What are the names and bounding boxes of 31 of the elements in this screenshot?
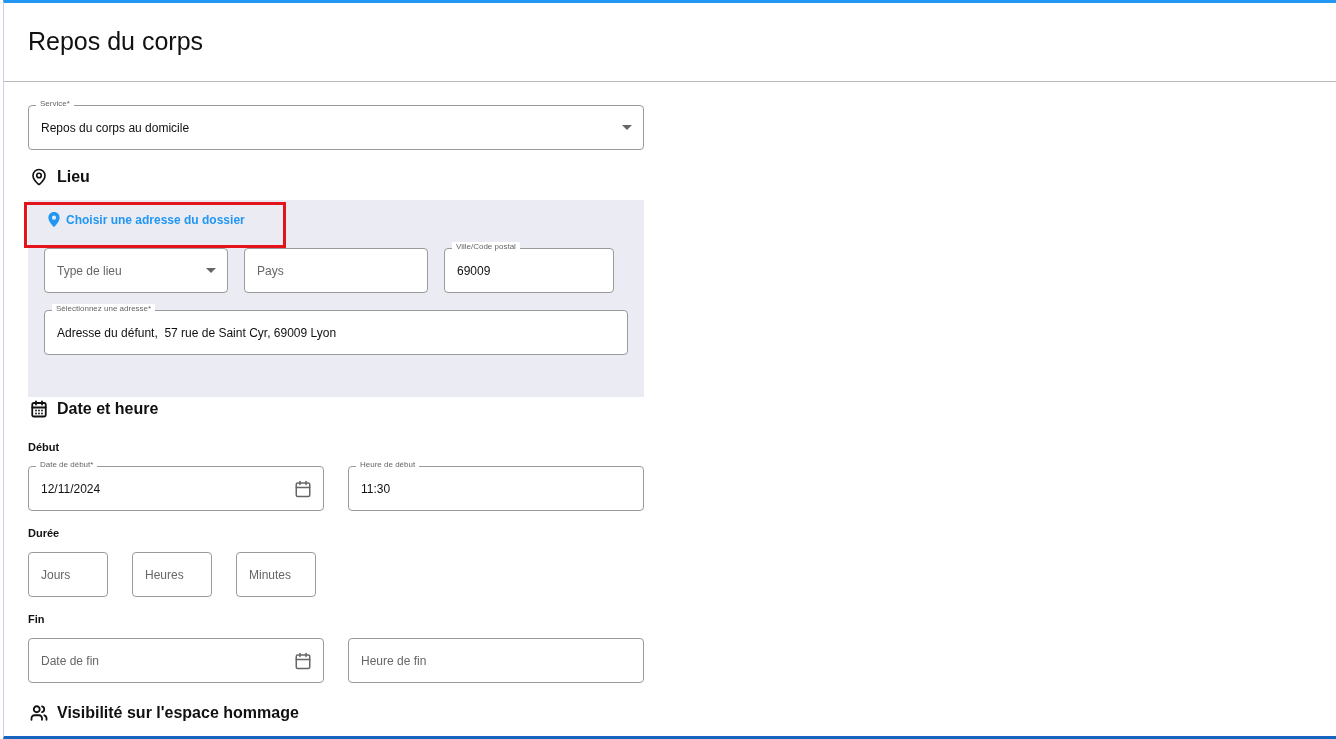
group-label: Durée <box>28 527 61 539</box>
field-label: Date de début* <box>36 460 98 470</box>
date-field[interactable]: 12/11/2024 <box>28 466 324 511</box>
group-label: Début <box>28 441 61 453</box>
calendar-icon <box>294 479 312 498</box>
select-field[interactable]: Repos du corps au domicile <box>28 105 644 150</box>
section-heading: Date et heure <box>57 400 159 418</box>
date-field[interactable]: Date de fin <box>28 638 324 683</box>
input-field[interactable]: Jours <box>28 552 108 597</box>
field-label: Ville/Code postal <box>452 242 520 252</box>
page-title: Repos du corps <box>28 26 204 56</box>
calendar-icon <box>30 400 48 418</box>
input-field[interactable]: Heure de fin <box>348 638 644 683</box>
dropdown-caret-icon <box>206 268 216 273</box>
input-field[interactable]: Heures <box>132 552 212 597</box>
location-pin-icon <box>30 168 48 186</box>
input-field[interactable]: Adresse du défunt, 57 rue de Saint Cyr, 69009 Lyon <box>44 310 628 355</box>
field-label: Service* <box>36 99 74 109</box>
section-heading: Visibilité sur l'espace hommage <box>57 704 299 722</box>
select-field[interactable]: Type de lieu <box>44 248 228 293</box>
input-field[interactable]: Pays <box>244 248 428 293</box>
calendar-icon <box>294 651 312 670</box>
section-heading: Lieu <box>57 168 90 186</box>
location-pin-icon <box>48 212 60 227</box>
people-icon <box>30 704 48 722</box>
dropdown-caret-icon <box>622 125 632 130</box>
input-field[interactable]: 11:30 <box>348 466 644 511</box>
field-label: Heure de début <box>356 460 420 470</box>
group-label: Fin <box>28 613 46 625</box>
input-field[interactable]: Minutes <box>236 552 316 597</box>
field-label: Sélectionnez une adresse* <box>52 304 156 314</box>
